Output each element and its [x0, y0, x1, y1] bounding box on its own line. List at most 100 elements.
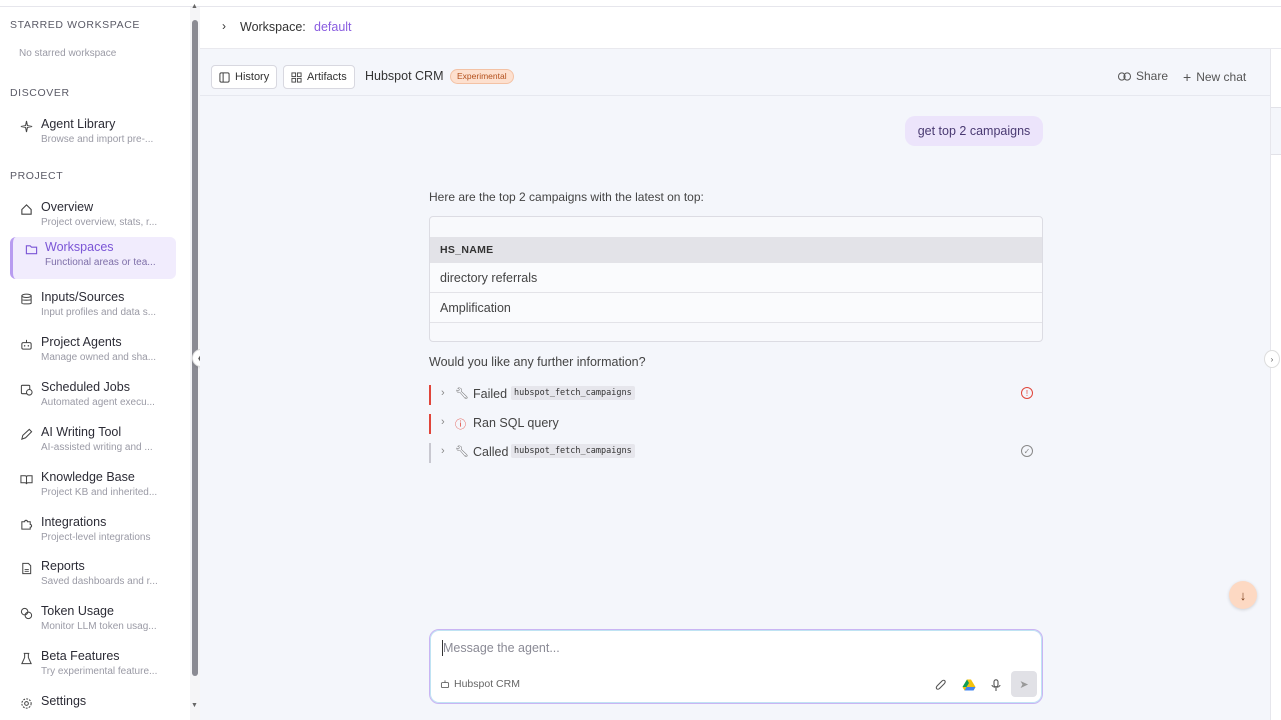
scroll-down-icon[interactable]: ▼: [191, 702, 198, 709]
grid-icon: [291, 71, 302, 83]
table-row: Amplification: [430, 293, 1042, 323]
sidebar-item-integrations[interactable]: Integrations Project-level integrations: [10, 512, 176, 554]
neutral-bar: [429, 443, 431, 463]
sidebar-scrollbar-thumb[interactable]: [192, 20, 198, 676]
folder-icon: [23, 241, 39, 257]
sidebar-item-label: Reports: [41, 559, 85, 573]
sidebar-item-label: Token Usage: [41, 604, 114, 618]
share-label: Share: [1136, 69, 1169, 83]
tool-call-failed[interactable]: › 🔧︎ Failed hubspot_fetch_campaigns !: [429, 385, 1043, 405]
agent-selector[interactable]: Hubspot CRM: [440, 678, 520, 690]
flask-icon: [18, 650, 34, 666]
sidebar-item-workspaces[interactable]: Workspaces Functional areas or tea...: [10, 237, 176, 279]
tool-label: Ran SQL query: [473, 416, 559, 430]
sidebar-item-label: Scheduled Jobs: [41, 380, 130, 394]
history-button[interactable]: History: [211, 65, 278, 89]
assistant-followup: Would you like any further information?: [429, 355, 646, 369]
chat-title: Hubspot CRM: [365, 69, 444, 83]
sidebar-item-overview[interactable]: Overview Project overview, stats, r...: [10, 197, 176, 239]
sidebar-item-sub: Automated agent execu...: [41, 397, 155, 408]
sidebar-item-reports[interactable]: Reports Saved dashboards and r...: [10, 556, 176, 598]
experimental-badge: Experimental: [450, 69, 514, 84]
user-message: get top 2 campaigns: [905, 116, 1043, 146]
sidebar-item-label: Settings: [41, 694, 87, 708]
sidebar-item-label: Knowledge Base: [41, 470, 135, 484]
expand-right-panel-button[interactable]: ›: [1264, 350, 1280, 368]
table-row: directory referrals: [430, 263, 1042, 293]
workspace-value[interactable]: default: [314, 20, 352, 34]
paperclip-icon[interactable]: [932, 676, 950, 694]
sidebar-item-label: Workspaces: [45, 240, 114, 254]
home-icon: [18, 201, 34, 217]
message-composer[interactable]: Message the agent... Hubspot CRM ➤: [429, 629, 1043, 704]
sidebar-item-sub: Try experimental feature...: [41, 666, 158, 677]
sidebar-item-ai-writing-tool[interactable]: AI Writing Tool AI-assisted writing and …: [10, 422, 176, 464]
sidebar-item-label: Overview: [41, 200, 94, 214]
gear-icon: [18, 695, 34, 711]
arrow-down-icon: ↓: [1239, 587, 1247, 603]
history-label: History: [235, 71, 270, 83]
tool-call-called[interactable]: › 🔧︎ Called hubspot_fetch_campaigns ✓: [429, 443, 1043, 463]
chevron-right-icon: ›: [1270, 354, 1274, 364]
tool-call-sql[interactable]: › ⓘ Ran SQL query: [429, 414, 1043, 434]
send-icon: ➤: [1019, 678, 1029, 691]
sidebar-item-label: Integrations: [41, 515, 107, 529]
sidebar-item-scheduled-jobs[interactable]: Scheduled Jobs Automated agent execu...: [10, 377, 176, 419]
chat-area: [200, 96, 1270, 720]
scroll-to-bottom-button[interactable]: ↓: [1229, 581, 1257, 609]
robot-icon: [18, 336, 34, 352]
wrench-icon: 🔧︎: [455, 446, 469, 458]
database-icon: [18, 291, 34, 307]
sidebar-item-beta-features[interactable]: Beta Features Try experimental feature..…: [10, 646, 176, 688]
sidebar-item-project-agents[interactable]: Project Agents Manage owned and sha...: [10, 332, 176, 374]
share-button[interactable]: Share: [1118, 69, 1168, 83]
link-icon: [1118, 71, 1131, 81]
microphone-icon[interactable]: [987, 676, 1005, 694]
message-input[interactable]: Message the agent...: [443, 641, 560, 655]
tool-code: hubspot_fetch_campaigns: [511, 444, 635, 458]
artifacts-button[interactable]: Artifacts: [283, 65, 355, 89]
chevron-right-icon[interactable]: ›: [222, 19, 226, 33]
assistant-intro: Here are the top 2 campaigns with the la…: [429, 190, 704, 204]
pen-icon: [18, 426, 34, 442]
starred-empty-note: No starred workspace: [19, 48, 117, 59]
table-header: HS_NAME: [430, 237, 1042, 263]
send-button[interactable]: ➤: [1011, 671, 1037, 697]
sidebar-item-sub: Project overview, stats, r...: [41, 217, 158, 228]
sidebar-item-label: Beta Features: [41, 649, 120, 663]
sidebar-item-sub: AI-assisted writing and ...: [41, 442, 153, 453]
sidebar-item-sub: Input profiles and data s...: [41, 307, 157, 318]
scroll-up-icon[interactable]: ▲: [191, 3, 198, 10]
chevron-right-icon: ›: [441, 416, 445, 428]
sidebar-item-agent-library[interactable]: Agent Library Browse and import pre-...: [10, 114, 176, 156]
new-chat-label: New chat: [1196, 70, 1247, 84]
alert-circle-icon: ⓘ: [455, 419, 466, 431]
right-panel-edge: [1270, 49, 1281, 720]
section-title-starred: STARRED WORKSPACE: [10, 19, 140, 31]
chat-header: History Artifacts Hubspot CRM Experiment…: [200, 49, 1270, 96]
book-icon: [18, 471, 34, 487]
sidebar-item-sub: Functional areas or tea...: [45, 257, 156, 268]
sidebar-item-inputs-sources[interactable]: Inputs/Sources Input profiles and data s…: [10, 287, 176, 329]
robot-icon: [440, 679, 450, 689]
report-icon: [18, 560, 34, 576]
sidebar-item-label: Inputs/Sources: [41, 290, 125, 304]
google-drive-icon[interactable]: [960, 676, 978, 694]
right-panel-tab[interactable]: [1271, 107, 1281, 155]
sidebar: STARRED WORKSPACE No starred workspace D…: [0, 7, 190, 720]
sidebar-item-knowledge-base[interactable]: Knowledge Base Project KB and inherited.…: [10, 467, 176, 509]
sidebar-item-sub: Browse and import pre-...: [41, 134, 154, 145]
calendar-clock-icon: [18, 381, 34, 397]
new-chat-button[interactable]: + New chat: [1183, 69, 1246, 85]
sidebar-item-settings[interactable]: Settings: [10, 691, 176, 720]
chevron-right-icon: ›: [441, 387, 445, 399]
sidebar-item-sub: Manage owned and sha...: [41, 352, 157, 363]
sidebar-item-label: Project Agents: [41, 335, 122, 349]
error-status-icon: !: [1021, 387, 1033, 399]
tool-label: Failed: [473, 387, 508, 401]
puzzle-icon: [18, 516, 34, 532]
section-title-discover: DISCOVER: [10, 87, 70, 99]
section-title-project: PROJECT: [10, 170, 64, 182]
sidebar-item-token-usage[interactable]: Token Usage Monitor LLM token usag...: [10, 601, 176, 643]
tool-label: Called: [473, 445, 509, 459]
